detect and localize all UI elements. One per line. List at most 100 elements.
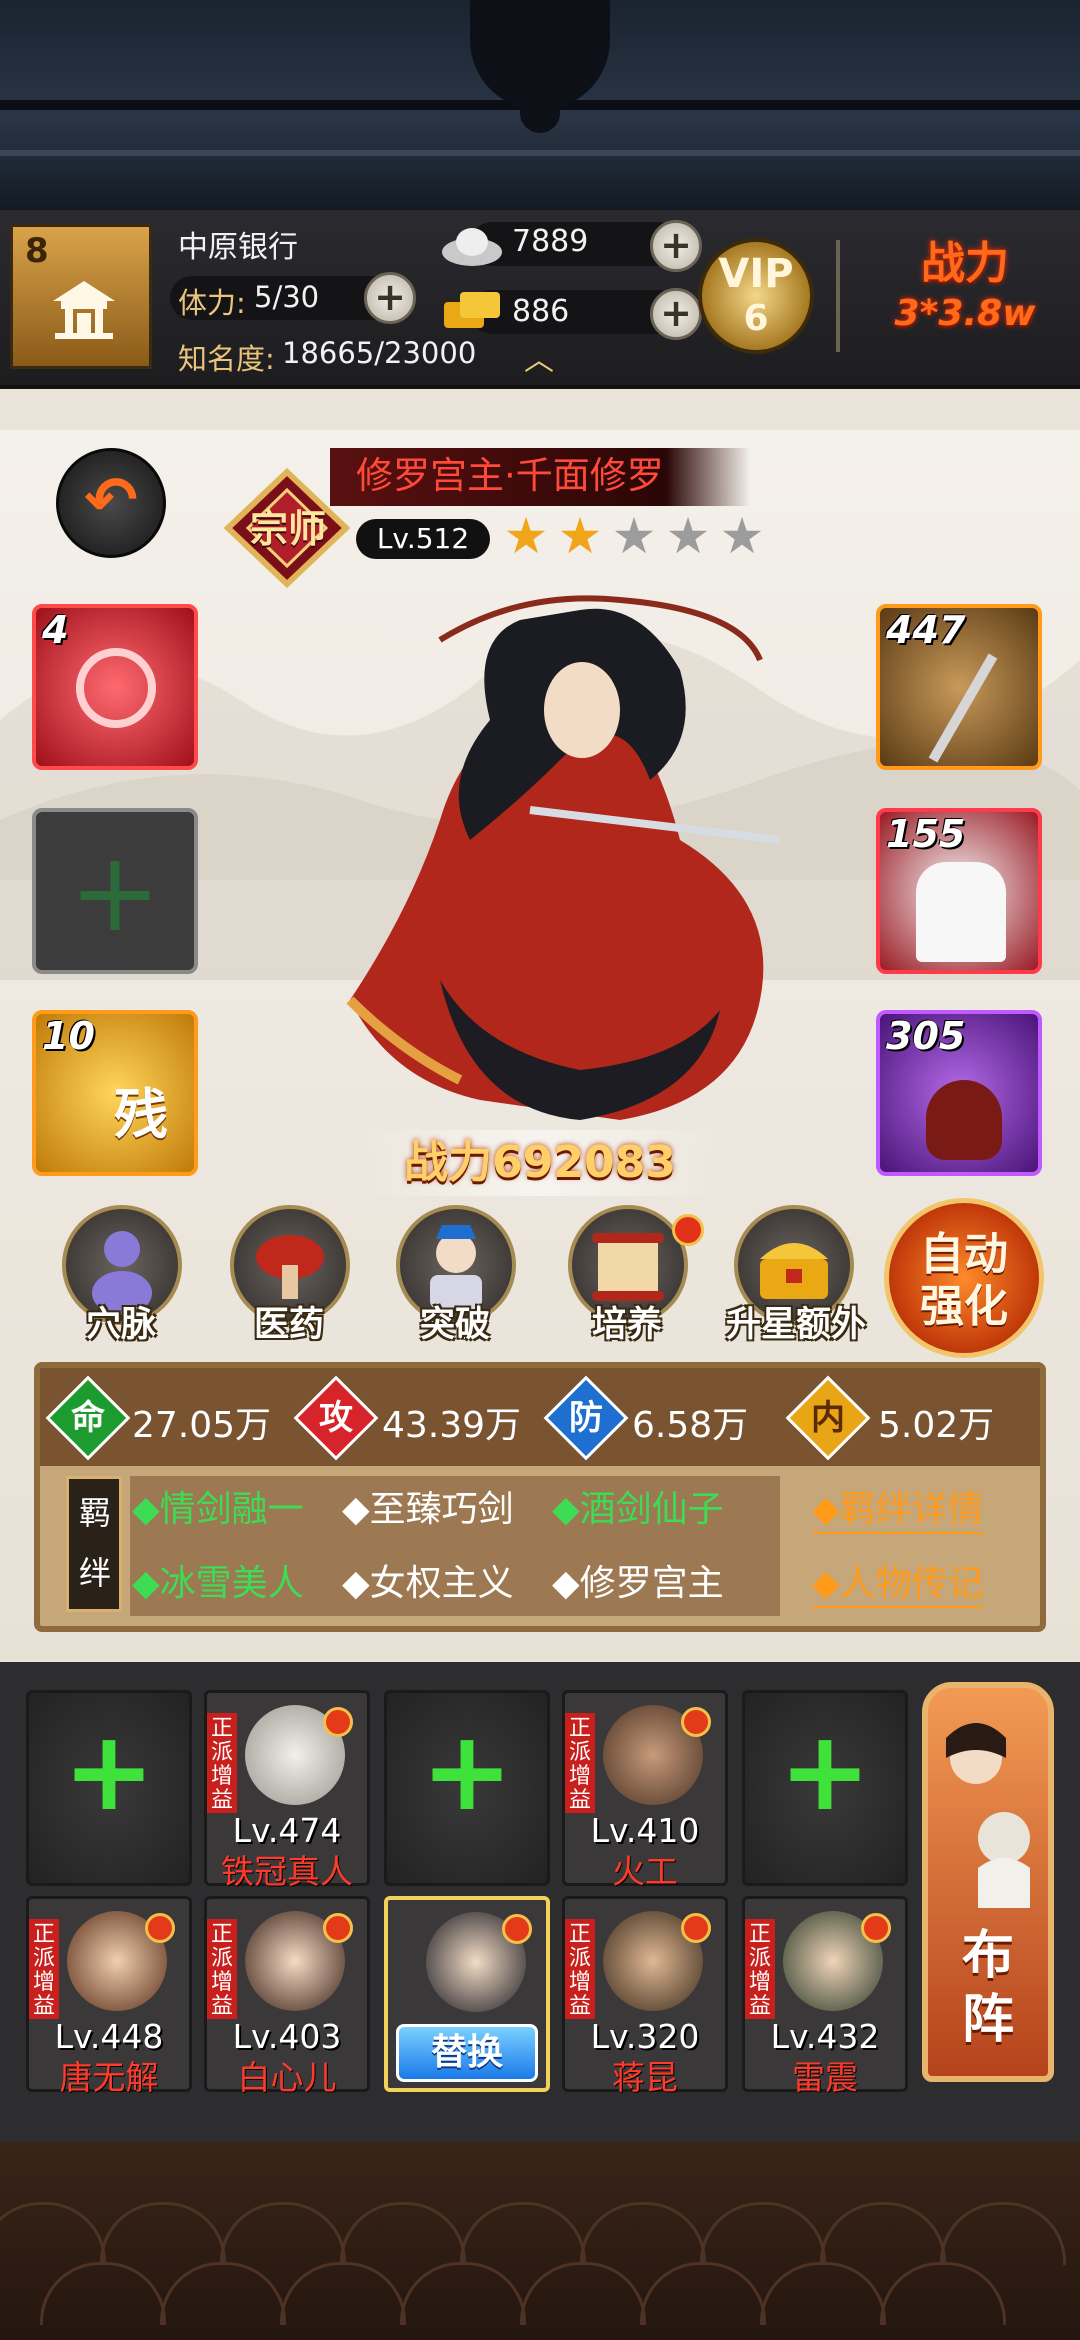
bottom-decoration: [0, 2142, 1080, 2340]
pavilion-icon: [53, 281, 115, 339]
bond-item[interactable]: ◆冰雪美人: [132, 1554, 304, 1606]
heart-rune-icon: [76, 648, 156, 728]
silver-value: 7889: [512, 224, 589, 259]
star-filled-icon: ★: [557, 507, 603, 565]
add-hero-icon: +: [62, 1707, 156, 1835]
fame-value: 18665/23000: [282, 336, 477, 370]
auto-enhance-line1: 自动: [920, 1229, 1008, 1280]
notification-dot: [861, 1913, 891, 1943]
bond-tag: 羁绊: [66, 1476, 122, 1612]
player-level: 8: [25, 231, 49, 271]
vip-level: 6: [743, 298, 769, 339]
notification-dot: [672, 1214, 704, 1246]
notification-dot: [323, 1707, 353, 1737]
lineup-slot[interactable]: 正派增益 Lv.320 蒋昆: [562, 1896, 728, 2097]
add-gold-button[interactable]: +: [650, 288, 702, 340]
bond-item[interactable]: ◆修罗宫主: [552, 1554, 724, 1606]
auto-enhance-button[interactable]: 自动 强化: [884, 1198, 1044, 1358]
add-silver-button[interactable]: +: [650, 220, 702, 272]
defense-icon-label: 防: [569, 1398, 603, 1438]
faction-buff-tag: 正派增益: [745, 1919, 775, 2019]
formation-button[interactable]: 布 阵: [922, 1682, 1054, 2082]
lineup-slot[interactable]: 正派增益 Lv.410 火工: [562, 1690, 728, 1891]
bond-item[interactable]: ◆酒剑仙子: [552, 1480, 724, 1532]
inner-power-value: 5.02万: [878, 1405, 995, 1446]
bond-detail-link[interactable]: ◆羁绊详情: [812, 1480, 984, 1534]
lineup-slot[interactable]: 正派增益 Lv.403 白心儿: [204, 1896, 370, 2097]
rank-label: 宗师: [249, 507, 326, 551]
equip-count: 155: [886, 812, 966, 856]
notification-dot: [681, 1707, 711, 1737]
attack-icon-label: 攻: [319, 1398, 353, 1438]
lineup-slot[interactable]: 正派增益 Lv.432 雷震: [742, 1896, 908, 2097]
lineup-slot-empty[interactable]: +: [26, 1690, 192, 1886]
hero-name: 白心儿: [237, 2058, 337, 2097]
blade-icon: [928, 653, 998, 763]
star-empty-icon: ★: [719, 507, 765, 565]
medicine-label: 医药: [253, 1305, 324, 1345]
lineup-slot-empty[interactable]: +: [742, 1690, 908, 1886]
defense-value: 6.58万: [632, 1405, 749, 1446]
faction-buff-tag: 正派增益: [207, 1919, 237, 2019]
equip-count: 305: [886, 1014, 966, 1058]
equip-slot-blade[interactable]: 447: [876, 604, 1042, 770]
hero-name: 雷震: [792, 2058, 858, 2097]
hero-level: Lv.512: [356, 519, 490, 559]
gold-value: 886: [512, 294, 570, 329]
robe-icon: [916, 862, 1006, 962]
manual-icon: 残: [114, 1083, 168, 1146]
faction-buff-tag: 正派增益: [207, 1713, 237, 1813]
hero-name: 蒋昆: [612, 2058, 678, 2097]
add-hero-icon: +: [420, 1707, 514, 1835]
hero-title: 修罗宫主·千面修罗: [330, 448, 750, 506]
add-stamina-button[interactable]: +: [364, 272, 416, 324]
bond-item[interactable]: ◆至臻巧剑: [342, 1480, 514, 1532]
guild-name: 中原银行: [178, 230, 298, 265]
equip-slot-empty[interactable]: +: [32, 808, 198, 974]
notification-dot: [681, 1913, 711, 1943]
swap-button[interactable]: 替换: [396, 2024, 538, 2082]
stamina-label: 体力:: [178, 286, 246, 320]
faction-buff-tag: 正派增益: [565, 1919, 595, 2019]
divider: [836, 240, 840, 352]
gold-ingot-icon: [444, 292, 500, 328]
equip-count: 447: [886, 608, 966, 652]
auto-enhance-line2: 强化: [920, 1281, 1008, 1332]
breakthrough-label: 突破: [419, 1305, 490, 1345]
equip-count: 10: [42, 1014, 95, 1058]
hero-power: 战力692083: [360, 1130, 720, 1196]
equip-slot-white-robe[interactable]: 155: [876, 808, 1042, 974]
vip-badge[interactable]: VIP 6: [698, 238, 814, 354]
notification-dot: [323, 1913, 353, 1943]
equip-slot-heart-rune[interactable]: 4: [32, 604, 198, 770]
train-label: 培养: [591, 1305, 662, 1345]
inner-power-icon-label: 内: [811, 1398, 845, 1438]
bond-item[interactable]: ◆女权主义: [342, 1554, 514, 1606]
roof-ornament: [470, 0, 610, 110]
life-value: 27.05万: [132, 1405, 272, 1446]
add-icon: +: [68, 828, 162, 956]
hero-name: 唐无解: [59, 2058, 159, 2097]
faction-buff-tag: 正派增益: [29, 1919, 59, 2019]
back-button[interactable]: ↶: [56, 448, 166, 558]
total-power-value: 3*3.8w: [894, 293, 1036, 334]
biography-link[interactable]: ◆人物传记: [812, 1554, 984, 1608]
star-empty-icon: ★: [611, 507, 657, 565]
expand-chevron-icon[interactable]: ︿: [524, 346, 554, 376]
lineup-slot-empty[interactable]: +: [384, 1690, 550, 1886]
lineup-slot[interactable]: 正派增益 Lv.474 铁冠真人: [204, 1690, 370, 1891]
faction-buff-tag: 正派增益: [565, 1713, 595, 1813]
notification-dot: [145, 1913, 175, 1943]
equip-slot-wine-pot[interactable]: 305: [876, 1010, 1042, 1176]
lineup-slot[interactable]: 正派增益 Lv.448 唐无解: [26, 1896, 192, 2097]
equip-slot-gold-manual[interactable]: 10 残: [32, 1010, 198, 1176]
vip-label: VIP: [718, 251, 794, 297]
notification-dot: [502, 1914, 532, 1944]
star-filled-icon: ★: [503, 507, 549, 565]
life-icon-label: 命: [71, 1398, 105, 1438]
formation-label-2: 阵: [961, 1990, 1014, 2050]
total-power-label: 战力: [921, 238, 1009, 289]
bond-item[interactable]: ◆情剑融一: [132, 1480, 304, 1532]
player-level-badge[interactable]: 8: [10, 224, 152, 369]
lineup-slot-current[interactable]: 替换: [384, 1896, 550, 2092]
